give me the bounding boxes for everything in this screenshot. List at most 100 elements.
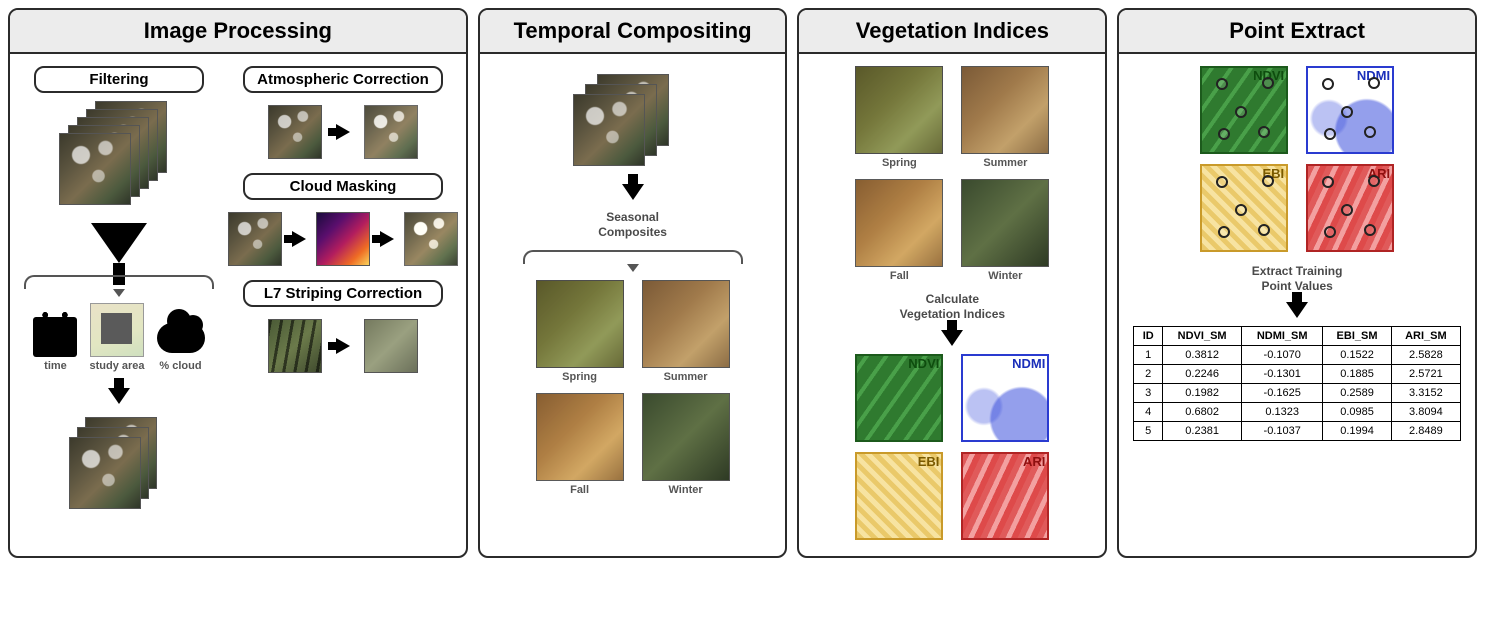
table-row: 40.68020.13230.09853.8094 <box>1134 403 1461 422</box>
season-caption: Winter <box>988 270 1022 282</box>
table-cell: 5 <box>1134 422 1163 441</box>
panel-title: Temporal Compositing <box>480 10 786 54</box>
panel-title: Point Extract <box>1119 10 1475 54</box>
cloud-after-tile <box>404 212 458 266</box>
atmos-after-tile <box>364 105 418 159</box>
season-caption: Summer <box>983 157 1027 169</box>
season-tile-spring <box>536 280 624 368</box>
filtered-stack <box>69 417 169 507</box>
season-caption: Fall <box>570 484 589 496</box>
table-row: 30.1982-0.16250.25893.3152 <box>1134 384 1461 403</box>
atmos-label: Atmospheric Correction <box>243 66 443 93</box>
table-cell: -0.1301 <box>1242 365 1323 384</box>
image-stack <box>573 74 693 174</box>
calendar-icon <box>33 317 77 357</box>
arrow-down-icon <box>108 388 130 404</box>
stack-tile <box>69 437 141 509</box>
arrow-right-icon <box>292 231 306 247</box>
filtering-column: Filtering time <box>24 66 214 540</box>
table-cell: 0.2246 <box>1163 365 1242 384</box>
table-cell: 3 <box>1134 384 1163 403</box>
arrow-right-icon <box>380 231 394 247</box>
cloud-icon <box>157 323 205 353</box>
arrow-right-icon <box>336 338 350 354</box>
index-label-ebi: EBI <box>918 454 940 469</box>
arrow-right-icon <box>336 124 350 140</box>
season-caption: Spring <box>562 371 597 383</box>
table-cell: 0.1522 <box>1323 346 1391 365</box>
table-cell: 1 <box>1134 346 1163 365</box>
filter-area: study area <box>89 303 144 372</box>
index-label-ebi: EBI <box>1262 166 1284 181</box>
table-cell: 2.5721 <box>1391 365 1460 384</box>
table-cell: 0.1323 <box>1242 403 1323 422</box>
index-label-ari: ARI <box>1368 166 1390 181</box>
panel-vegetation-indices: Vegetation Indices Spring Summer Fall Wi… <box>797 8 1107 558</box>
col-ndvi-sm: NDVI_SM <box>1163 327 1242 346</box>
panel-temporal-compositing: Temporal Compositing Seasonal Composites… <box>478 8 788 558</box>
table-row: 20.2246-0.13010.18852.5721 <box>1134 365 1461 384</box>
stack-tile <box>573 94 645 166</box>
table-cell: -0.1625 <box>1242 384 1323 403</box>
season-caption: Winter <box>669 484 703 496</box>
season-tile-fall <box>536 393 624 481</box>
index-label-ndvi: NDVI <box>1253 68 1284 83</box>
season-caption: Spring <box>882 157 917 169</box>
table-cell: 2.5828 <box>1391 346 1460 365</box>
table-cell: 2 <box>1134 365 1163 384</box>
table-cell: 0.2589 <box>1323 384 1391 403</box>
index-label-ndvi: NDVI <box>908 356 939 371</box>
cloud-block: Cloud Masking <box>228 173 458 266</box>
panel-title: Image Processing <box>10 10 466 54</box>
season-tile-winter <box>642 393 730 481</box>
table-cell: 0.0985 <box>1323 403 1391 422</box>
season-tile-fall <box>855 179 943 267</box>
table-row: 10.3812-0.10700.15222.5828 <box>1134 346 1461 365</box>
seasonal-composites-label: Seasonal Composites <box>598 210 667 240</box>
table-cell: 0.3812 <box>1163 346 1242 365</box>
brace-icon <box>24 275 214 289</box>
time-caption: time <box>44 360 67 372</box>
season-caption: Summer <box>664 371 708 383</box>
table-cell: 3.3152 <box>1391 384 1460 403</box>
area-caption: study area <box>89 360 144 372</box>
table-cell: -0.1037 <box>1242 422 1323 441</box>
index-label-ndmi: NDMI <box>1012 356 1045 371</box>
table-cell: 0.2381 <box>1163 422 1242 441</box>
brace-icon <box>523 250 743 264</box>
striping-label: L7 Striping Correction <box>243 280 443 307</box>
season-tile-spring <box>855 66 943 154</box>
corrections-column: Atmospheric Correction Cloud Masking <box>228 66 458 540</box>
col-ari-sm: ARI_SM <box>1391 327 1460 346</box>
table-header-row: ID NDVI_SM NDMI_SM EBI_SM ARI_SM <box>1134 327 1461 346</box>
panel-image-processing: Image Processing Filtering <box>8 8 468 558</box>
workflow-row: Image Processing Filtering <box>8 8 1477 558</box>
arrow-down-icon <box>622 184 644 200</box>
funnel-icon <box>91 223 147 263</box>
cloud-before-tile <box>228 212 282 266</box>
season-tile-winter <box>961 179 1049 267</box>
atmos-block: Atmospheric Correction <box>228 66 458 159</box>
cloud-mask-tile <box>316 212 370 266</box>
table-cell: 4 <box>1134 403 1163 422</box>
filter-time: time <box>33 317 77 372</box>
season-tile-summer <box>961 66 1049 154</box>
image-stack <box>59 101 179 201</box>
season-caption: Fall <box>890 270 909 282</box>
striping-block: L7 Striping Correction <box>228 280 458 373</box>
table-cell: 3.8094 <box>1391 403 1460 422</box>
index-label-ndmi: NDMI <box>1357 68 1390 83</box>
cloudmask-label: Cloud Masking <box>243 173 443 200</box>
filter-cloud: % cloud <box>157 323 205 372</box>
col-ebi-sm: EBI_SM <box>1323 327 1391 346</box>
col-id: ID <box>1134 327 1163 346</box>
atmos-before-tile <box>268 105 322 159</box>
table-cell: 0.1994 <box>1323 422 1391 441</box>
col-ndmi-sm: NDMI_SM <box>1242 327 1323 346</box>
map-icon <box>90 303 144 357</box>
extract-label: Extract Training Point Values <box>1252 264 1343 294</box>
filtering-label: Filtering <box>34 66 204 93</box>
table-cell: 0.1982 <box>1163 384 1242 403</box>
cloud-caption: % cloud <box>159 360 201 372</box>
table-cell: 0.1885 <box>1323 365 1391 384</box>
